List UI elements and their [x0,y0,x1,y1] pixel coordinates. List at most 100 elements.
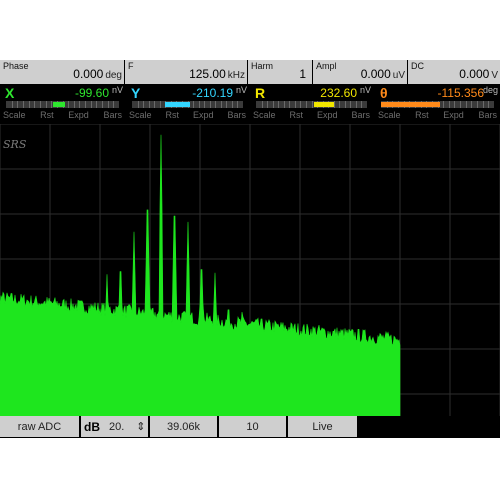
meter-y-unit: nV [235,85,247,95]
meter-tick [79,101,81,108]
meter-theta-expd-button[interactable]: Expd [443,110,464,123]
meter-tick [333,101,335,108]
meter-theta-rst-button[interactable]: Rst [415,110,429,123]
meter-tick [198,101,200,108]
meter-tick [22,101,24,108]
meter-x-expd-button[interactable]: Expd [68,110,89,123]
meter-tick [465,101,467,108]
meter-tick [28,101,30,108]
meter-tick [102,101,104,108]
srs-logo: SRS [3,138,27,151]
meter-r-bars-button[interactable]: Bars [351,110,370,123]
meter-r: R 232.60 nV Scale Rst Expd Bars [250,84,373,124]
meter-tick [143,101,145,108]
meter-tick [355,101,357,108]
meter-tick [11,101,13,108]
meter-tick [39,101,41,108]
bottom-control-bar: raw ADC dB 20. ⇕ 39.06k 10 Live [0,416,500,438]
meter-y-bars-button[interactable]: Bars [227,110,246,123]
amplitude-label: Ampl [316,61,337,71]
meter-theta-unit: deg [482,85,498,95]
meter-tick [454,101,456,108]
amplitude-unit: uV [392,70,405,81]
meter-y-expd-button[interactable]: Expd [193,110,214,123]
meter-tick [107,101,109,108]
scale-control[interactable]: dB 20. ⇕ [81,416,148,437]
frequency-unit: kHz [227,70,245,81]
dc-param[interactable]: DC 0.000 V [408,60,500,84]
meter-tick [261,101,263,108]
frequency-param[interactable]: F 125.00 kHz [125,60,248,84]
meter-theta-bars-button[interactable]: Bars [478,110,497,123]
meter-tick [193,101,195,108]
meter-r-label: R [255,85,266,101]
dc-unit: V [491,70,498,81]
meter-y-scale-button[interactable]: Scale [129,110,152,123]
meter-theta-scale-button[interactable]: Scale [378,110,401,123]
meter-tick [477,101,479,108]
spectrum-plot[interactable] [0,124,500,416]
scale-type-label: dB [84,419,100,434]
meter-tick [448,101,450,108]
meter-tick [17,101,19,108]
meter-tick [339,101,341,108]
source-button[interactable]: raw ADC [0,416,79,437]
meter-tick [344,101,346,108]
meter-tick [294,101,296,108]
meter-tick [204,101,206,108]
meter-theta: θ -115.356 deg Scale Rst Expd Bars [375,84,500,124]
meter-tick [226,101,228,108]
meter-tick [68,101,70,108]
meter-tick [51,101,53,108]
harmonic-param[interactable]: Harm 1 [248,60,313,84]
meter-tick [220,101,222,108]
span-button[interactable]: 39.06k [150,416,217,437]
meter-tick [231,101,233,108]
meter-x: X -99.60 nV Scale Rst Expd Bars [0,84,125,124]
amplitude-param[interactable]: Ampl 0.000 uV [313,60,408,84]
scale-value: 20. [109,420,125,433]
meter-x-value: -99.60 [74,86,109,100]
meter-tick [272,101,274,108]
amplitude-value: 0.000 [360,67,391,81]
meter-tick [96,101,98,108]
frequency-value: 125.00 [189,67,226,81]
harmonic-label: Harm [251,61,273,71]
meter-tick [85,101,87,108]
meter-x-rst-button[interactable]: Rst [40,110,54,123]
dc-value: 0.000 [459,67,490,81]
meter-x-label: X [5,85,15,101]
meter-r-rst-button[interactable]: Rst [290,110,304,123]
meter-y: Y -210.19 nV Scale Rst Expd Bars [126,84,249,124]
meter-y-rst-button[interactable]: Rst [166,110,180,123]
meter-x-bars-button[interactable]: Bars [103,110,122,123]
meter-tick [460,101,462,108]
meter-r-unit: nV [359,85,371,95]
meter-tick [482,101,484,108]
meter-r-expd-button[interactable]: Expd [317,110,338,123]
meter-tick [73,101,75,108]
meter-tick [137,101,139,108]
phase-label: Phase [3,61,29,71]
scale-adjust-icon[interactable]: ⇕ [136,420,145,433]
meter-x-bar [6,101,119,108]
meter-tick [443,101,445,108]
average-button[interactable]: 10 [219,416,286,437]
meter-tick [289,101,291,108]
meter-tick [159,101,161,108]
meter-r-fill [313,102,334,107]
meter-tick [488,101,490,108]
meter-tick [311,101,313,108]
meter-x-scale-button[interactable]: Scale [3,110,26,123]
meter-tick [267,101,269,108]
live-mode-button[interactable]: Live [288,416,357,437]
meter-r-scale-button[interactable]: Scale [253,110,276,123]
meter-tick [361,101,363,108]
meter-tick [300,101,302,108]
meter-y-bar [132,101,243,108]
meter-r-value: 232.60 [320,86,357,100]
meter-theta-label: θ [380,85,388,101]
phase-unit: deg [105,70,122,81]
phase-param[interactable]: Phase 0.000 deg [0,60,125,84]
meter-x-unit: nV [111,85,123,95]
